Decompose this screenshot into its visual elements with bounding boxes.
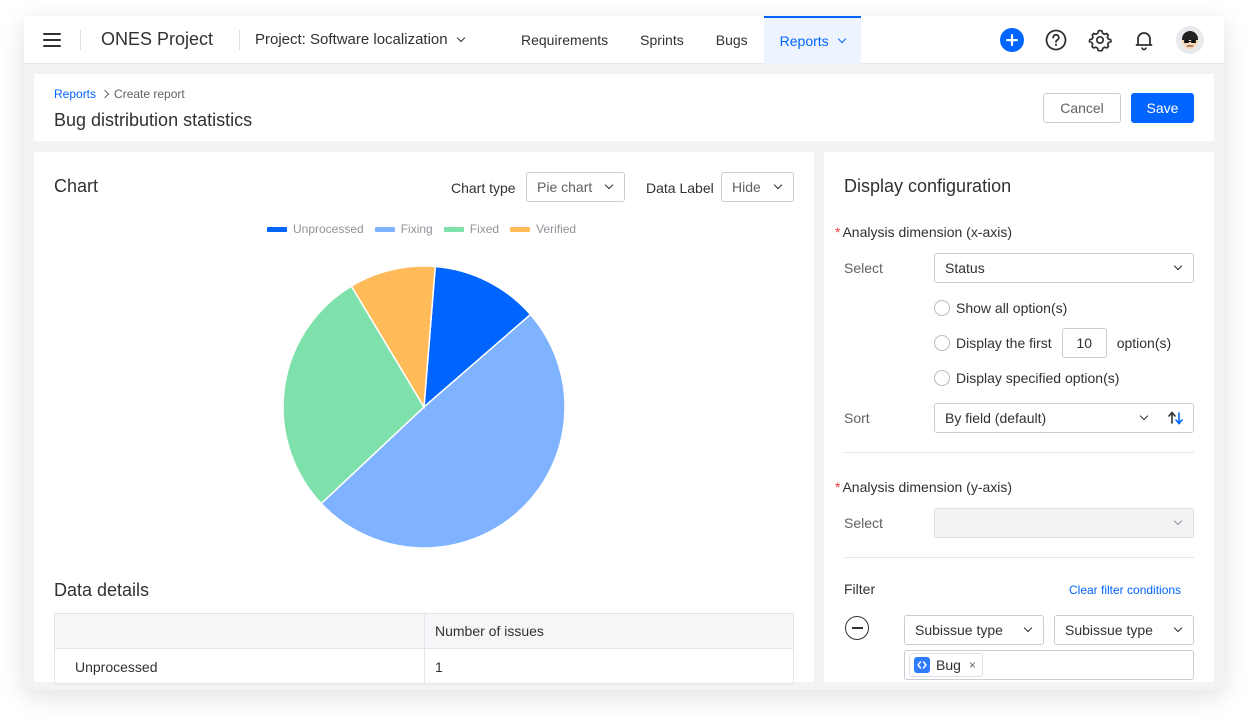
top-navigation: ONES Project Project: Software localizat…: [24, 16, 1224, 64]
breadcrumb: Reports Create report: [54, 87, 185, 101]
remove-filter-icon[interactable]: [845, 616, 869, 640]
radio-label: Display specified option(s): [956, 370, 1120, 386]
tab-label: Requirements: [521, 32, 609, 48]
row-label: Unprocessed: [54, 648, 425, 685]
chevron-down-icon: [456, 33, 465, 42]
chart-panel: Chart Chart type Pie chart Data Label Hi…: [34, 152, 814, 685]
radio-display-specified[interactable]: Display specified option(s): [934, 370, 1119, 386]
close-icon[interactable]: ×: [969, 658, 976, 672]
tag-label: Bug: [936, 657, 961, 673]
gear-icon[interactable]: [1088, 28, 1112, 52]
chevron-down-icon: [1023, 623, 1033, 633]
table-header-row: Number of issues: [54, 613, 794, 649]
radio-button[interactable]: [934, 335, 950, 351]
required-marker: *: [835, 224, 841, 240]
project-switcher[interactable]: Project: Software localization: [255, 31, 465, 48]
required-marker: *: [835, 479, 841, 495]
y-axis-select[interactable]: [934, 508, 1194, 538]
sort-label: Sort: [844, 410, 870, 426]
save-button[interactable]: Save: [1131, 93, 1194, 123]
page-header: Reports Create report Bug distribution s…: [34, 74, 1214, 141]
chevron-down-icon: [837, 34, 846, 44]
table-row: Unprocessed 1: [54, 648, 794, 685]
nav-divider: [239, 30, 240, 50]
tab-reports[interactable]: Reports: [763, 16, 861, 64]
x-axis-select-label: Select: [844, 260, 883, 276]
brand-name[interactable]: ONES Project: [101, 29, 213, 50]
x-axis-select-value: Status: [945, 260, 985, 276]
tab-bugs[interactable]: Bugs: [700, 16, 764, 64]
filter-label: Filter: [844, 581, 876, 597]
x-axis-select[interactable]: Status: [934, 253, 1194, 283]
page-title: Bug distribution statistics: [54, 110, 253, 130]
data-details-table: Number of issues Unprocessed 1: [54, 613, 794, 685]
section-divider: [844, 452, 1194, 453]
chevron-down-icon: [1173, 516, 1183, 526]
cancel-button[interactable]: Cancel: [1043, 93, 1121, 123]
column-header: [54, 613, 425, 649]
breadcrumb-current: Create report: [114, 87, 185, 101]
hamburger-menu-icon[interactable]: [42, 30, 62, 50]
radio-button[interactable]: [934, 370, 950, 386]
nav-actions: [1000, 24, 1204, 56]
tab-label: Reports: [779, 33, 829, 49]
radio-label-suffix: option(s): [1116, 335, 1172, 351]
row-value: 1: [424, 648, 794, 685]
app-window: ONES Project Project: Software localizat…: [24, 16, 1224, 690]
display-configuration-panel: Display configuration * Analysis dimensio…: [824, 152, 1214, 682]
tab-sprints[interactable]: Sprints: [624, 16, 700, 64]
radio-show-all[interactable]: Show all option(s): [934, 300, 1067, 316]
breadcrumb-link-reports[interactable]: Reports: [54, 87, 96, 101]
column-header: Number of issues: [424, 613, 794, 649]
radio-label: Show all option(s): [956, 300, 1068, 316]
pie-chart: [282, 265, 566, 549]
filter-field-select[interactable]: Subissue type: [904, 615, 1044, 645]
sort-select[interactable]: By field (default): [934, 403, 1160, 433]
radio-display-first[interactable]: Display the first option(s): [934, 328, 1171, 358]
filter-operator-select[interactable]: Subissue type: [1054, 615, 1194, 645]
first-count-input[interactable]: [1061, 328, 1107, 358]
plus-circle-icon[interactable]: [1000, 28, 1024, 52]
filter-tag-bug: Bug ×: [909, 653, 983, 677]
radio-label: Display the first: [956, 335, 1052, 351]
sort-order-toggle[interactable]: [1159, 403, 1194, 433]
radio-button[interactable]: [934, 300, 950, 316]
filter-value-input[interactable]: Bug ×: [904, 650, 1194, 680]
y-axis-section-label: * Analysis dimension (y-axis): [835, 479, 1012, 495]
sort-select-value: By field (default): [945, 410, 1047, 426]
help-icon[interactable]: [1044, 28, 1068, 52]
chevron-down-icon: [1173, 261, 1183, 271]
tab-label: Sprints: [640, 32, 684, 48]
bug-type-icon: [914, 657, 930, 673]
bell-icon[interactable]: [1132, 28, 1156, 52]
avatar[interactable]: [1176, 26, 1204, 54]
chevron-right-icon: [100, 89, 110, 99]
sort-arrows-icon: [1168, 411, 1183, 425]
y-axis-select-label: Select: [844, 515, 883, 531]
tab-label: Bugs: [715, 32, 748, 48]
chevron-down-icon: [1173, 623, 1183, 633]
y-axis-label-text: Analysis dimension (y-axis): [842, 479, 1013, 495]
x-axis-section-label: * Analysis dimension (x-axis): [835, 224, 1012, 240]
tab-requirements[interactable]: Requirements: [505, 16, 624, 64]
nav-divider: [80, 30, 81, 50]
chevron-down-icon: [1139, 411, 1149, 421]
nav-tabs: Requirements Sprints Bugs Reports: [505, 16, 861, 64]
data-details-title: Data details: [54, 580, 150, 600]
project-name: Project: Software localization: [255, 31, 448, 48]
x-axis-label-text: Analysis dimension (x-axis): [842, 224, 1013, 240]
filter-field-value: Subissue type: [915, 622, 1003, 638]
filter-operator-value: Subissue type: [1065, 622, 1153, 638]
clear-filter-link[interactable]: Clear filter conditions: [1069, 583, 1181, 597]
section-divider: [844, 557, 1194, 558]
config-title: Display configuration: [844, 176, 1012, 196]
